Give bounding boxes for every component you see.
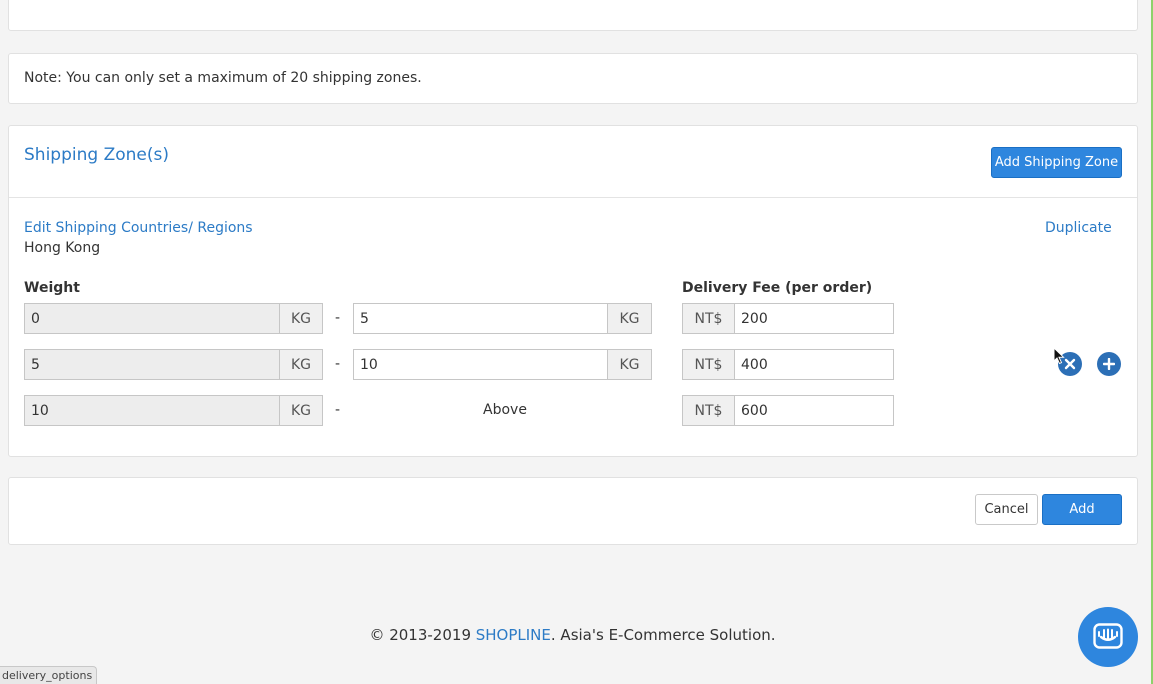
range-dash: - [335, 310, 341, 326]
kg-addon: KG [607, 349, 652, 380]
shipping-zones-panel: Shipping Zone(s) Add Shipping Zone Edit … [8, 125, 1138, 457]
note-panel: Note: You can only set a maximum of 20 s… [8, 53, 1138, 104]
chat-icon [1093, 623, 1123, 649]
zones-divider [9, 197, 1137, 198]
above-label: Above [483, 402, 527, 418]
kg-addon: KG [279, 395, 323, 426]
weight-to-input[interactable]: 5 [353, 303, 609, 334]
zones-title: Shipping Zone(s) [24, 145, 169, 165]
note-text: Note: You can only set a maximum of 20 s… [24, 70, 422, 86]
footer-copyright: © 2013-2019 [369, 626, 476, 644]
actions-panel: Cancel Add [8, 477, 1138, 545]
mouse-cursor-icon [1053, 346, 1065, 369]
range-dash: - [335, 356, 341, 372]
weight-from-input: 10 [24, 395, 280, 426]
range-dash: - [335, 402, 341, 418]
footer: © 2013-2019 SHOPLINE. Asia's E-Commerce … [0, 626, 1145, 644]
edit-shipping-regions-link[interactable]: Edit Shipping Countries/ Regions [24, 220, 253, 236]
weight-from-input: 5 [24, 349, 280, 380]
chat-launcher-button[interactable] [1078, 607, 1138, 667]
kg-addon: KG [279, 303, 323, 334]
delivery-fee-input[interactable]: 200 [734, 303, 894, 334]
weight-from-input: 0 [24, 303, 280, 334]
weight-row: 10 KG - Above NT$ 600 [9, 395, 1137, 426]
duplicate-link[interactable]: Duplicate [1045, 220, 1112, 236]
add-row-icon[interactable] [1097, 352, 1121, 376]
footer-brand-link[interactable]: SHOPLINE [476, 626, 551, 644]
weight-label: Weight [24, 280, 80, 296]
kg-addon: KG [607, 303, 652, 334]
add-shipping-zone-button[interactable]: Add Shipping Zone [991, 147, 1122, 178]
kg-addon: KG [279, 349, 323, 380]
delivery-fee-input[interactable]: 600 [734, 395, 894, 426]
currency-addon: NT$ [682, 395, 735, 426]
footer-tagline: . Asia's E-Commerce Solution. [550, 626, 776, 644]
cancel-button[interactable]: Cancel [975, 494, 1038, 525]
top-panel [8, 0, 1138, 31]
region-name: Hong Kong [24, 240, 101, 256]
delivery-fee-label: Delivery Fee (per order) [682, 280, 873, 296]
currency-addon: NT$ [682, 349, 735, 380]
add-button[interactable]: Add [1042, 494, 1122, 525]
weight-row: 0 KG - 5 KG NT$ 200 [9, 303, 1137, 334]
status-bar-url: delivery_options [0, 666, 98, 684]
weight-row: 5 KG - 10 KG NT$ 400 [9, 349, 1137, 380]
currency-addon: NT$ [682, 303, 735, 334]
weight-to-input[interactable]: 10 [353, 349, 609, 380]
delivery-fee-input[interactable]: 400 [734, 349, 894, 380]
